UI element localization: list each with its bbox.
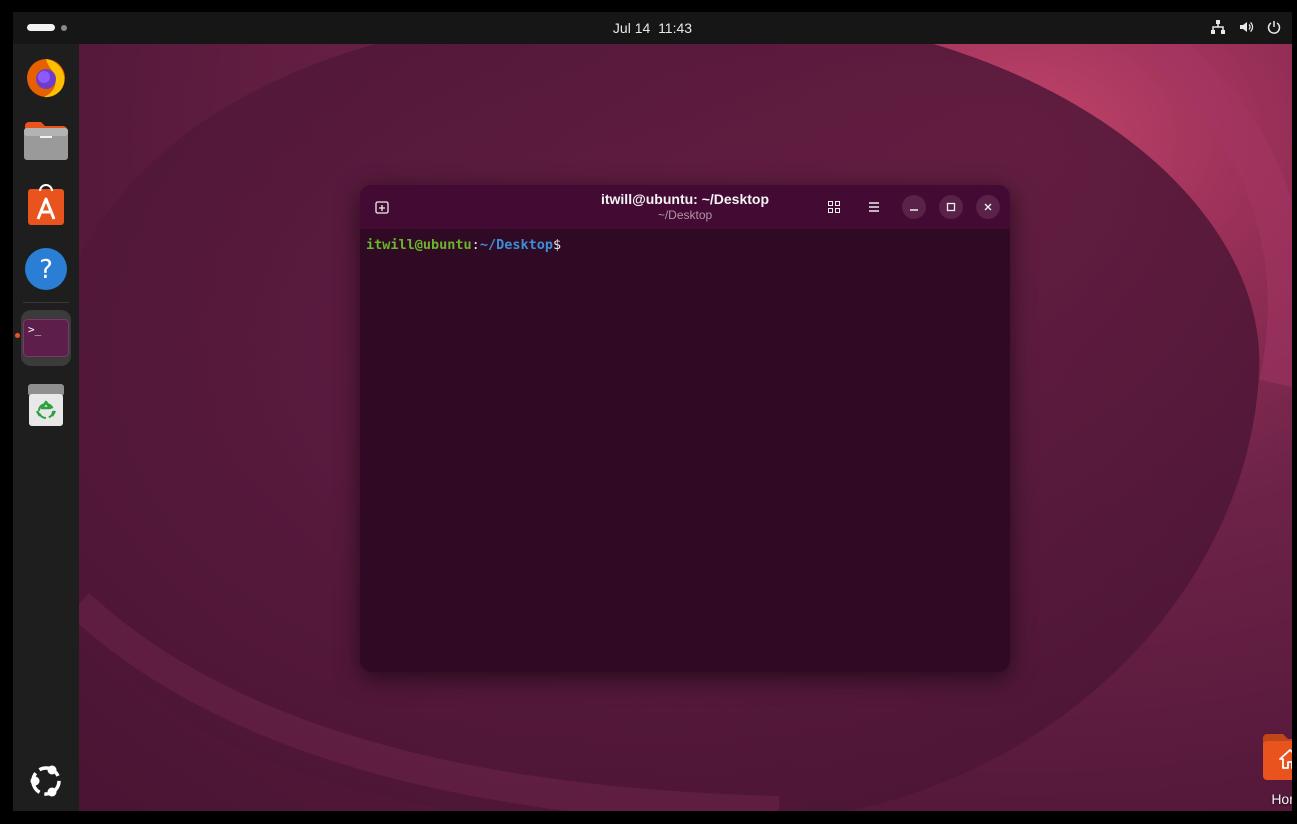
maximize-icon [946, 202, 956, 212]
ubuntu-logo-icon [30, 765, 61, 797]
show-apps-button[interactable] [21, 756, 71, 806]
files-icon [24, 122, 68, 160]
dock: ? >_ [13, 44, 79, 811]
clock-date: Jul 14 [612, 20, 651, 36]
prompt-path: ~/Desktop [479, 237, 553, 253]
dock-item-trash[interactable] [21, 380, 71, 430]
minimize-icon [910, 209, 918, 211]
top-bar: Jul 14 11:43 [13, 12, 1292, 44]
terminal-icon: >_ [23, 319, 69, 357]
clock[interactable]: Jul 14 11:43 [13, 20, 1292, 36]
desktop-home-folder[interactable]: Home [1249, 732, 1292, 807]
system-tray[interactable] [1210, 19, 1282, 35]
terminal-window[interactable]: itwill@ubuntu: ~/Desktop ~/Desktop itwil… [360, 185, 1010, 672]
app-center-icon [28, 184, 64, 225]
prompt-colon: : [471, 237, 480, 253]
dock-item-files[interactable] [21, 116, 71, 166]
running-indicator [15, 333, 20, 338]
clock-time: 11:43 [658, 20, 693, 36]
tab-overview-button[interactable] [822, 195, 846, 219]
grid-icon [828, 201, 840, 213]
home-folder-icon [1263, 734, 1292, 780]
dock-item-firefox[interactable] [21, 52, 71, 102]
prompt-user: itwill@ubuntu [366, 237, 472, 253]
main-menu-button[interactable] [862, 195, 886, 219]
screen: Jul 14 11:43 Ho ? >_ itwill@ubuntu: ~/De… [13, 12, 1292, 811]
prompt-symbol: $ [552, 237, 562, 253]
dock-item-terminal[interactable]: >_ [21, 310, 71, 366]
close-button[interactable] [976, 195, 1000, 219]
network-icon[interactable] [1210, 19, 1226, 35]
volume-icon[interactable] [1238, 19, 1254, 35]
close-icon [984, 203, 992, 211]
firefox-icon [27, 59, 65, 98]
terminal-headerbar[interactable]: itwill@ubuntu: ~/Desktop ~/Desktop [360, 185, 1010, 229]
dock-item-app-center[interactable] [21, 180, 71, 230]
dock-separator [23, 302, 69, 303]
trash-icon [28, 384, 64, 426]
svg-text:>_: >_ [28, 323, 42, 336]
home-label: Home [1271, 791, 1292, 807]
terminal-content[interactable]: itwill@ubuntu:~/Desktop$ [366, 237, 561, 253]
maximize-button[interactable] [939, 195, 963, 219]
svg-text:?: ? [39, 255, 53, 285]
power-icon[interactable] [1266, 19, 1282, 35]
hamburger-menu-icon [869, 202, 879, 212]
help-icon: ? [25, 248, 67, 290]
dock-item-help[interactable]: ? [21, 244, 71, 294]
minimize-button[interactable] [902, 195, 926, 219]
